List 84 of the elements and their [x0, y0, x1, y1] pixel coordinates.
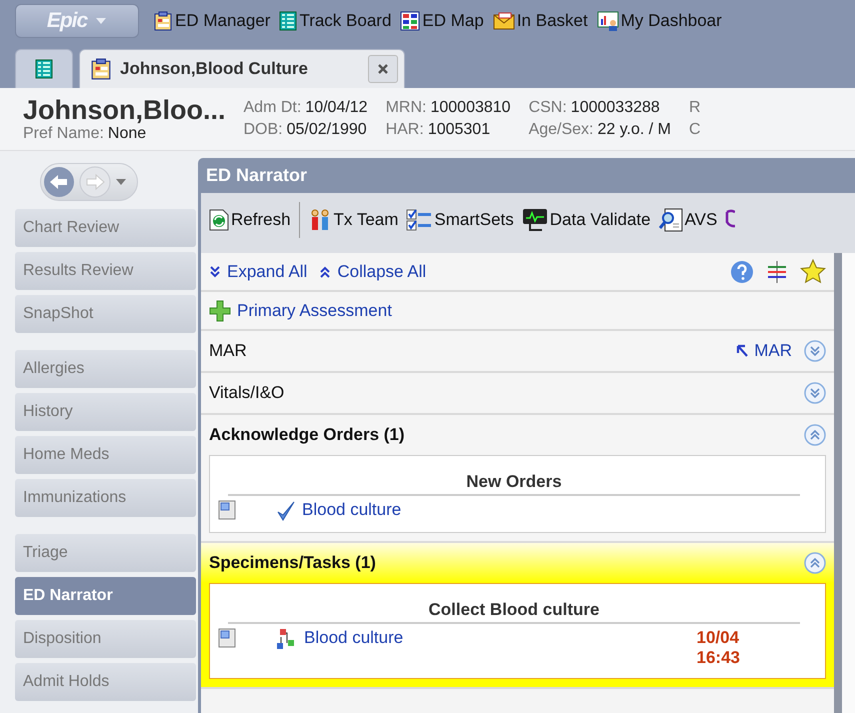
collapse-button[interactable] — [804, 424, 826, 446]
sidebar-item[interactable]: Disposition — [15, 620, 196, 658]
toolbar-button[interactable]: Data Validate — [522, 208, 651, 232]
clipboard-icon — [90, 58, 112, 80]
close-button[interactable] — [368, 55, 398, 83]
due-time: 16:43 — [696, 648, 740, 668]
toolbar-button[interactable]: Tx Team — [308, 209, 398, 231]
field-label: CSN: — [528, 99, 567, 117]
field-value: 1000033288 — [570, 99, 660, 117]
up-left-arrow-icon — [736, 344, 750, 358]
expand-button[interactable] — [804, 340, 826, 362]
magnifier-icon — [658, 208, 683, 232]
sidebar-item[interactable]: Allergies — [15, 350, 196, 388]
field-value: None — [108, 125, 146, 143]
chart-icon — [596, 11, 619, 31]
menu-item[interactable]: My Dashboar — [596, 11, 722, 31]
sidebar-item[interactable]: Chart Review — [15, 209, 196, 247]
toolbar-button[interactable]: Refresh — [209, 209, 291, 231]
field-label: DOB: — [244, 121, 283, 139]
plus-icon — [209, 300, 231, 322]
toolbar-button[interactable]: SmartSets — [406, 209, 514, 231]
monitor-icon — [522, 208, 548, 232]
field-label: Adm Dt: — [244, 99, 302, 117]
grid-icon — [400, 11, 420, 31]
patient-tab[interactable]: Johnson,Blood Culture — [79, 49, 405, 88]
section-title: MAR — [209, 341, 247, 361]
field-label: Age/Sex: — [528, 121, 594, 139]
panel-title: ED Narrator — [205, 164, 308, 187]
add-assessment-link[interactable]: Primary Assessment — [209, 300, 392, 322]
envelope-icon — [492, 12, 515, 30]
sidebar-item[interactable]: Immunizations — [15, 479, 196, 517]
sidebar-item[interactable]: Admit Holds — [15, 663, 196, 701]
due-date: 10/04 — [696, 628, 740, 648]
sidebar-item[interactable]: Home Meds — [15, 436, 196, 474]
sidebar-item[interactable]: Results Review — [15, 252, 196, 290]
card-heading: Collect Blood culture — [228, 600, 800, 624]
clipboard-icon — [153, 11, 173, 31]
list-icon — [35, 59, 53, 79]
sidebar-item[interactable]: SnapShot — [15, 295, 196, 333]
patient-name: Johnson,Bloo... — [23, 95, 226, 125]
caret-icon[interactable] — [115, 178, 127, 186]
section-title: Acknowledge Orders (1) — [209, 425, 405, 445]
sidebar-item[interactable]: Triage — [15, 534, 196, 572]
double-chevron-up-icon — [319, 264, 332, 278]
expand-button[interactable] — [804, 382, 826, 404]
close-icon — [377, 63, 389, 75]
sidebar-item[interactable]: History — [15, 393, 196, 431]
section-title: Specimens/Tasks (1) — [209, 553, 376, 573]
section-title: Vitals/I&O — [209, 383, 284, 403]
menu-item[interactable]: In Basket — [492, 11, 588, 31]
caret-icon — [95, 17, 108, 25]
list-tab[interactable] — [15, 49, 73, 88]
menu-item[interactable]: Track Board — [279, 11, 392, 31]
scrollbar[interactable] — [834, 253, 842, 713]
menu-item[interactable]: ED Manager — [153, 11, 270, 31]
field-label: C — [689, 121, 701, 139]
collapse-all-link[interactable]: Collapse All — [319, 262, 426, 282]
field-value: 22 y.o. / M — [598, 121, 672, 139]
field-value: 10/04/12 — [305, 99, 368, 117]
field-label: Pref Name: — [23, 125, 104, 143]
field-value: 05/02/1990 — [286, 121, 367, 139]
help-icon[interactable] — [730, 260, 754, 284]
sidebar-item[interactable]: ED Narrator — [15, 577, 196, 615]
star-icon[interactable] — [800, 258, 826, 284]
card-heading: New Orders — [228, 472, 800, 496]
order-link[interactable]: Blood culture — [302, 500, 402, 520]
field-value: 1005301 — [428, 121, 490, 139]
field-label: R — [689, 99, 701, 117]
expand-all-link[interactable]: Expand All — [209, 262, 308, 282]
toolbar-button[interactable]: AVS — [658, 208, 718, 232]
checklist-icon — [406, 209, 432, 231]
order-link[interactable]: Blood culture — [304, 628, 404, 648]
field-label: MRN: — [386, 99, 426, 117]
flag-icon[interactable] — [218, 500, 236, 520]
checkmark-icon — [276, 500, 296, 522]
field-value: 100003810 — [430, 99, 511, 117]
field-label: HAR: — [386, 121, 424, 139]
menu-item[interactable]: ED Map — [400, 11, 484, 31]
columns-icon[interactable] — [766, 260, 788, 284]
double-chevron-down-icon — [209, 264, 221, 278]
flag-icon[interactable] — [218, 628, 236, 648]
collapse-button[interactable] — [804, 552, 826, 574]
list-icon — [279, 11, 298, 31]
mar-link[interactable]: MAR — [736, 341, 792, 361]
